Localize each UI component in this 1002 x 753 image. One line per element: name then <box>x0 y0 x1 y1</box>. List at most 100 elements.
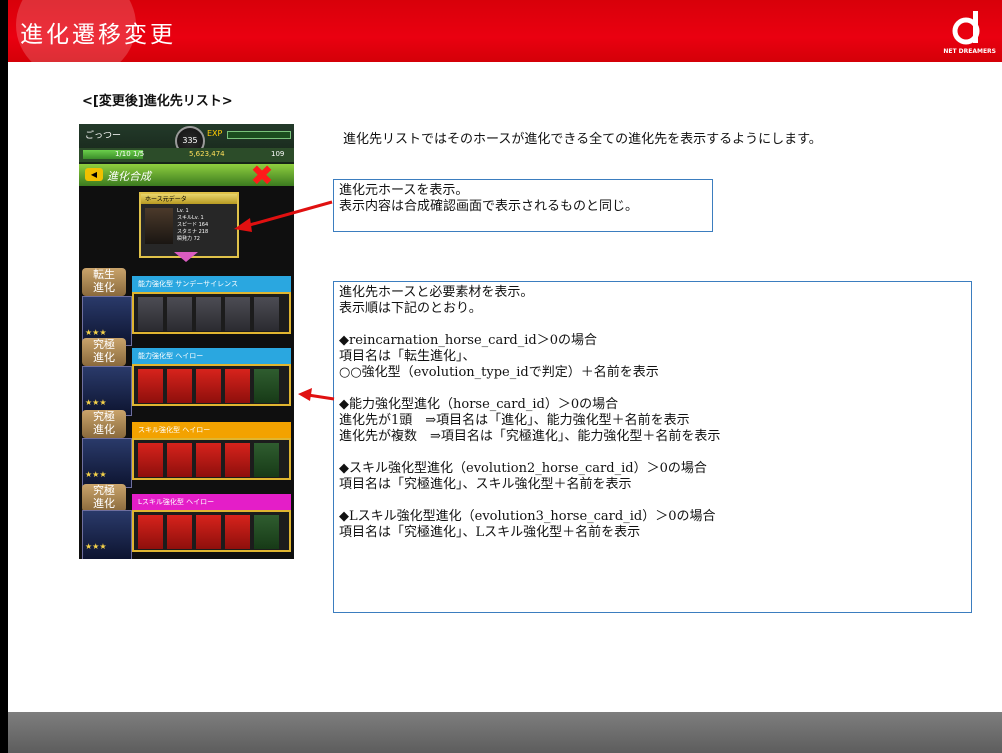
evo-label: 究極 進化 <box>82 338 126 366</box>
material-slot <box>225 515 250 549</box>
close-x-icon[interactable]: ✖ <box>247 162 277 190</box>
evo-label-line: 究極 <box>93 338 115 351</box>
source-horse-card: ホース元データ Lv. 1 スキルLv. 1 スピード 164 スタミナ 218… <box>139 192 239 258</box>
username: ごっつー <box>85 131 122 141</box>
note-line <box>339 445 966 461</box>
material-row <box>132 438 291 480</box>
note-line: 表示内容は合成確認画面で表示されるものと同じ。 <box>339 199 639 214</box>
evolution-group[interactable]: 能力強化型 サンデーサイレンス <box>132 276 291 334</box>
page-title: 進化遷移変更 <box>20 22 176 48</box>
stars-icon: ★★★ <box>85 328 107 337</box>
intro-text: 進化先リストではそのホースが進化できる全ての進化先を表示するようにします。 <box>343 132 822 147</box>
material-slot <box>254 297 279 331</box>
back-arrow-icon[interactable]: ◀ <box>85 168 103 181</box>
source-stat: スタミナ 218 <box>177 229 209 235</box>
evo-label: 究極 進化 <box>82 410 126 438</box>
material-slot <box>167 515 192 549</box>
evo-label-line: 究極 <box>93 410 115 423</box>
group-header: 能力強化型 サンデーサイレンス <box>132 276 291 292</box>
horse-thumb[interactable]: ★★★ <box>82 510 132 559</box>
material-slot <box>167 297 192 331</box>
material-slot <box>196 369 221 403</box>
material-slot <box>196 297 221 331</box>
material-row <box>132 364 291 406</box>
note-line <box>339 493 966 509</box>
source-card-header: ホース元データ <box>141 194 237 204</box>
evo-label-line: 進化 <box>93 497 115 510</box>
evolution-group[interactable]: Lスキル強化型 ヘイロー <box>132 494 291 552</box>
evo-label-line: 進化 <box>93 281 115 294</box>
evolution-group[interactable]: スキル強化型 ヘイロー <box>132 422 291 480</box>
evo-label-line: 転生 <box>93 268 115 281</box>
exp-label: EXP <box>207 129 223 138</box>
arrow-to-list-icon <box>298 388 335 401</box>
stat-count: 109 <box>271 150 285 158</box>
material-slot <box>138 297 163 331</box>
horse-thumb[interactable]: ★★★ <box>82 366 132 416</box>
footer-bar <box>8 712 1002 753</box>
stat-a: 1/10 1/5 <box>115 150 145 158</box>
material-slot <box>138 369 163 403</box>
note-line: 進化先が1頭 ⇒項目名は「進化」、能力強化型＋名前を表示 <box>339 413 690 428</box>
note-line: 表示順は下記のとおり。 <box>339 301 482 316</box>
left-edge-strip <box>0 0 8 753</box>
note-line <box>339 381 966 397</box>
evo-label: 究極 進化 <box>82 484 126 512</box>
material-slot <box>225 443 250 477</box>
evolution-group[interactable]: 能力強化型 ヘイロー <box>132 348 291 406</box>
phone-screenshot: ごっつー 335 EXP 1/10 1/5 5,623,474 109 ◀ 進化… <box>79 124 294 559</box>
horse-thumb[interactable]: ★★★ <box>82 438 132 488</box>
group-header: スキル強化型 ヘイロー <box>132 422 291 438</box>
note-line: ◆Lスキル強化型進化（evolution3_horse_card_id）＞0の場… <box>339 509 716 524</box>
group-header: 能力強化型 ヘイロー <box>132 348 291 364</box>
material-slot <box>138 443 163 477</box>
stat-money: 5,623,474 <box>189 150 225 158</box>
note-line: 進化先が複数 ⇒項目名は「究極進化」、能力強化型＋名前を表示 <box>339 429 721 444</box>
evo-label-line: 進化 <box>93 423 115 436</box>
destination-horse-note: 進化先ホースと必要素材を表示。 表示順は下記のとおり。 ◆reincarnati… <box>333 281 972 613</box>
note-line: 進化先ホースと必要素材を表示。 <box>339 285 534 300</box>
down-arrow-icon <box>174 252 198 262</box>
note-line: ◆reincarnation_horse_card_id＞0の場合 <box>339 333 597 348</box>
material-slot <box>196 515 221 549</box>
note-line: 項目名は「究極進化」、スキル強化型＋名前を表示 <box>339 477 632 492</box>
stars-icon: ★★★ <box>85 542 107 551</box>
source-stat: Lv. 1 <box>177 208 189 214</box>
evo-label: 転生 進化 <box>82 268 126 296</box>
note-line: ◆能力強化型進化（horse_card_id）＞0の場合 <box>339 397 619 412</box>
stars-icon: ★★★ <box>85 398 107 407</box>
material-slot <box>167 369 192 403</box>
group-header: Lスキル強化型 ヘイロー <box>132 494 291 510</box>
material-slot <box>254 443 279 477</box>
note-line: 項目名は「転生進化」、 <box>339 349 476 364</box>
source-stat: スピード 164 <box>177 222 209 228</box>
header-bar: 進化遷移変更 NET DREAMERS <box>8 0 1002 80</box>
material-slot <box>167 443 192 477</box>
material-slot <box>196 443 221 477</box>
source-stats: Lv. 1 スキルLv. 1 スピード 164 スタミナ 218 瞬発力 72 <box>177 208 231 243</box>
note-line <box>339 317 966 333</box>
note-line: ◆スキル強化型進化（evolution2_horse_card_id）＞0の場合 <box>339 461 707 476</box>
source-stat: スキルLv. 1 <box>177 215 204 221</box>
stars-icon: ★★★ <box>85 470 107 479</box>
status-bar: ごっつー 335 EXP 1/10 1/5 5,623,474 109 <box>79 124 294 164</box>
arrow-to-source-icon <box>234 200 333 232</box>
logo-text: NET DREAMERS <box>943 48 996 55</box>
material-slot <box>254 515 279 549</box>
material-row <box>132 292 291 334</box>
source-horse-note: 進化元ホースを表示。 表示内容は合成確認画面で表示されるものと同じ。 <box>333 179 713 232</box>
material-slot <box>225 297 250 331</box>
material-slot <box>138 515 163 549</box>
evo-label-line: 究極 <box>93 484 115 497</box>
exp-bar <box>227 131 291 139</box>
source-horse-image <box>145 208 173 244</box>
screen-title: 進化合成 <box>107 170 151 183</box>
note-line: ○○強化型（evolution_type_idで判定）＋名前を表示 <box>339 365 659 380</box>
evo-label-line: 進化 <box>93 351 115 364</box>
source-stat: 瞬発力 72 <box>177 236 200 242</box>
section-title: <[変更後]進化先リスト> <box>82 94 233 109</box>
material-slot <box>254 369 279 403</box>
note-line: 項目名は「究極進化」、Lスキル強化型＋名前を表示 <box>339 525 641 540</box>
note-line: 進化元ホースを表示。 <box>339 183 469 198</box>
material-slot <box>225 369 250 403</box>
